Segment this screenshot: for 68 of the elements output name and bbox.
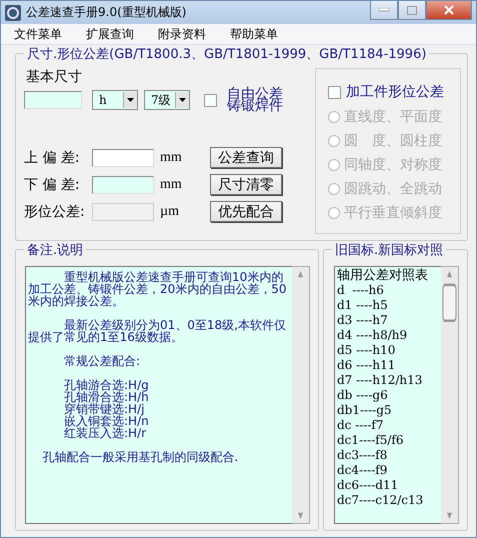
notes-text-area[interactable]: 重型机械版公差速查手册可查询10米内的加工公差、铸锻件公差，20米内的自由公差，50米内的焊接公差。 最新公差级别分为01、0至18级,本软件仅提供了常见的1至16级数据。 常规公差配合: 孔轴游合选:H/g 孔轴滑合选:H/h 穿销带键选:H/j 嵌入铜套选:H/n 红装压入选:H/r 孔轴配合一般采用基孔制的同级配合.	[25, 266, 292, 524]
checkbox[interactable]	[204, 94, 217, 106]
list-item[interactable]: db ----g6	[337, 388, 439, 403]
menu-item[interactable]: 扩展查询	[79, 26, 141, 42]
unit-label: µm	[160, 204, 180, 220]
checkbox[interactable]	[328, 86, 341, 98]
action-button[interactable]: 公差查询	[210, 147, 282, 168]
note-line: 穿销带键选:H/j	[63, 403, 144, 415]
note-line: 重型机械版公差速查手册可查询10米内的加工公差、铸锻件公差，20米内的自由公差，50米内的焊接公差。	[28, 271, 288, 307]
field-label: 下 偏 差:	[24, 176, 81, 194]
radio-label: 平行垂直倾斜度	[344, 204, 442, 222]
input-field[interactable]	[92, 148, 154, 166]
group-title: 旧国标.新国标对照	[332, 241, 446, 259]
close-button[interactable]	[426, 1, 472, 20]
checkbox-label: 铸锻焊件	[227, 100, 283, 112]
group-title: 备注.说明	[24, 241, 86, 259]
action-button[interactable]: 优先配合	[210, 201, 282, 222]
note-line: 嵌入铜套选:H/n	[63, 415, 150, 427]
maximize-button[interactable]	[398, 1, 426, 20]
checkbox-label: 加工件形位公差	[346, 83, 444, 101]
note-line: 孔轴游合选:H/g	[63, 379, 150, 391]
list-item[interactable]: dc7----c12/c13	[337, 493, 439, 508]
radio-label: 直线度、平面度	[344, 108, 442, 126]
note-line: 孔轴滑合选:H/h	[63, 391, 150, 403]
list-item[interactable]: 轴用公差对照表	[337, 268, 439, 283]
group-title: 尺寸.形位公差(GB/T1800.3、GB/T1801-1999、GB/T1184-1996)	[24, 45, 430, 63]
list-item[interactable]: db1----g5	[337, 403, 439, 418]
close-icon	[444, 5, 454, 15]
menu-item[interactable]: 帮助菜单	[223, 26, 285, 42]
list-item[interactable]: d ----h6	[337, 283, 439, 298]
action-button[interactable]: 尺寸清零	[210, 174, 282, 195]
note-line: 孔轴配合一般采用基孔制的同级配合.	[41, 451, 240, 463]
list-item[interactable]: d1 ----h5	[337, 298, 439, 313]
list-item[interactable]: d5 ----h10	[337, 343, 439, 358]
radio-label: 同轴度、对称度	[344, 156, 442, 174]
input-field[interactable]	[24, 91, 82, 109]
radio-label: 圆跳动、全跳动	[344, 180, 442, 198]
maximize-icon	[407, 6, 417, 14]
field-label: 上 偏 差:	[24, 148, 81, 166]
list-item[interactable]: d3 ----h7	[337, 313, 439, 328]
field-label: 形位公差:	[24, 202, 86, 220]
checkbox-label: 自由公差	[227, 88, 283, 100]
menu-item[interactable]: 附录资料	[151, 26, 213, 42]
list-item[interactable]: dc6----d11	[337, 478, 439, 493]
unit-label: mm	[160, 176, 183, 192]
note-line: 红装压入选:H/r	[63, 427, 146, 439]
list-item[interactable]: d4 ----h8/h9	[337, 328, 439, 343]
unit-label: mm	[160, 150, 183, 166]
dropdown[interactable]: 7级	[144, 90, 190, 110]
list-item[interactable]: d6 ----h11	[337, 358, 439, 373]
list-item[interactable]: dc3----f8	[337, 448, 439, 463]
minimize-button[interactable]	[370, 1, 398, 20]
note-line: 常规公差配合:	[63, 355, 142, 367]
field-label: 基本尺寸	[26, 68, 83, 86]
input-field[interactable]	[92, 176, 154, 194]
note-line: 最新公差级别分为01、0至18级,本软件仅提供了常见的1至16级数据。	[28, 319, 287, 343]
radio-label: 圆 度、圆柱度	[344, 132, 442, 150]
scrollbar[interactable]	[292, 266, 310, 524]
list-item[interactable]: dc1----f5/f6	[337, 433, 439, 448]
list-item[interactable]: dc4----f9	[337, 463, 439, 478]
app-icon	[5, 4, 21, 20]
menu-item[interactable]: 文件菜单	[7, 26, 69, 42]
list-item[interactable]: dc ----f7	[337, 418, 439, 433]
dropdown[interactable]: h	[92, 90, 138, 110]
minimize-icon	[379, 8, 389, 12]
scrollbar[interactable]	[441, 266, 459, 524]
window-title: 公差速查手册9.0(重型机械版)	[26, 4, 186, 21]
list-item[interactable]: d7 ----h12/h13	[337, 373, 439, 388]
